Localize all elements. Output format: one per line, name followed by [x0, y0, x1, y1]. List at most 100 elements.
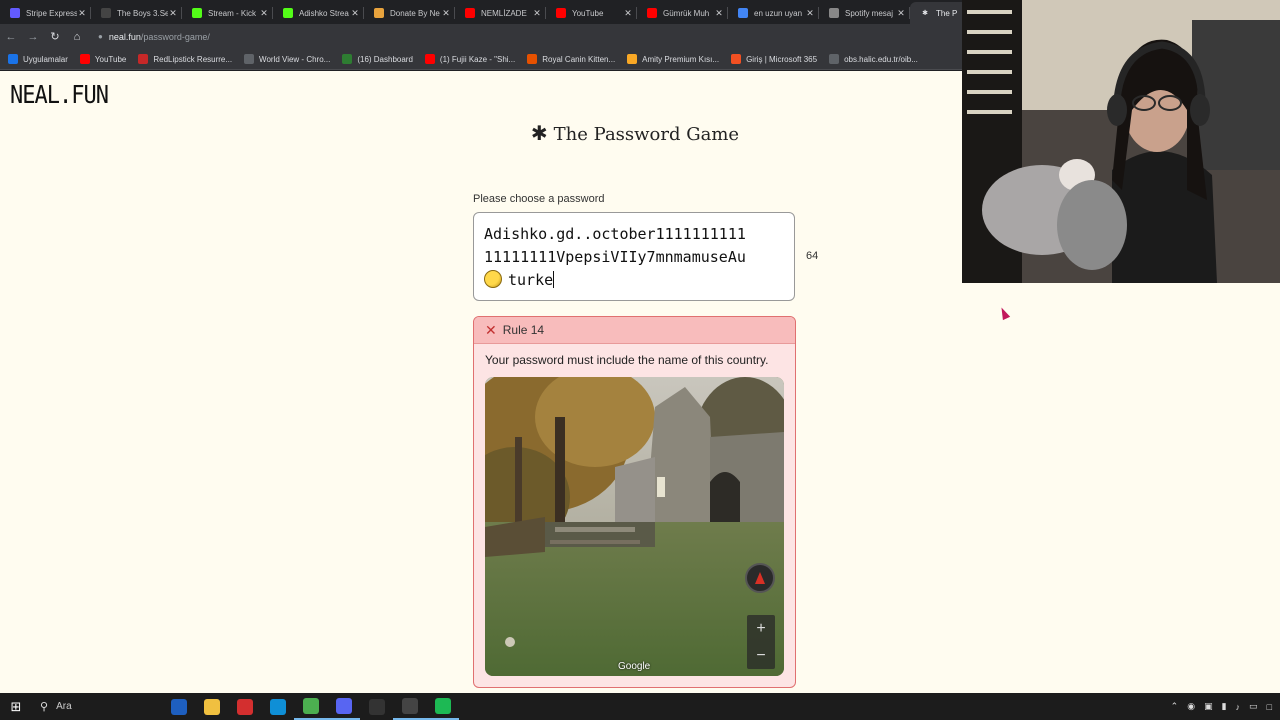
close-tab-icon[interactable]: ✕ [623, 8, 633, 19]
search-icon: ⚲ [40, 701, 49, 713]
close-tab-icon[interactable]: ✕ [714, 8, 724, 19]
browser-tab-label: Spotify mesaj [845, 8, 894, 18]
bookmark-item[interactable]: (16) Dashboard [342, 54, 413, 64]
mouse-cursor-icon [997, 305, 1011, 321]
file-explorer-icon-glyph [203, 698, 220, 715]
openai-icon [829, 8, 839, 18]
back-arrow-icon[interactable]: ← [0, 26, 22, 48]
street-view-scene [485, 377, 784, 676]
browser-tab[interactable]: The Boys 3.Se ✕ [91, 2, 182, 24]
browser-tab-label: Donate By Ne [390, 8, 440, 18]
close-tab-icon[interactable]: ✕ [350, 8, 360, 19]
bookmark-label: Uygulamalar [23, 54, 68, 64]
close-tab-icon[interactable]: ✕ [896, 8, 906, 19]
password-input[interactable]: Adishko.gd..october1111111111 11111111Vp… [473, 212, 795, 301]
apps-grid-icon [8, 54, 18, 64]
rule-header: ✕ Rule 14 [474, 317, 795, 344]
error-x-icon: ✕ [485, 321, 497, 338]
spotify-icon[interactable] [426, 693, 459, 720]
youtube-icon [424, 54, 435, 64]
browser-tab[interactable]: Donate By Ne ✕ [364, 2, 455, 24]
close-tab-icon[interactable]: ✕ [805, 8, 815, 19]
bookmark-item[interactable]: obs.halic.edu.tr/oib... [829, 54, 918, 64]
bookmark-item[interactable]: Uygulamalar [8, 54, 68, 64]
zoom-out-button[interactable]: − [756, 647, 765, 665]
browser-tab-label: Adishko Strea [299, 8, 349, 18]
edge-icon-glyph [269, 698, 286, 715]
bookmark-label: obs.halic.edu.tr/oib... [844, 54, 918, 64]
opera-icon[interactable] [228, 693, 261, 720]
browser-tab[interactable]: Spotify mesaj ✕ [819, 2, 910, 24]
close-tab-icon[interactable]: ✕ [441, 8, 451, 19]
neal-fun-logo[interactable]: NEAL.FUN [10, 81, 109, 110]
tray-camera-icon[interactable]: ▣ [1204, 701, 1213, 712]
widgets-app-icon[interactable] [162, 693, 195, 720]
address-bar[interactable]: ● neal.fun /password-game/ [98, 27, 210, 47]
zoom-in-button[interactable]: + [756, 620, 765, 638]
browser-tab[interactable]: Stream - Kick ✕ [182, 2, 273, 24]
password-line-1: Adishko.gd..october1111111111 [484, 225, 746, 243]
webcam-overlay [962, 0, 1280, 283]
bookmark-item[interactable]: World View - Chro... [244, 54, 330, 64]
browser-tab-label: Gümrük Muh [663, 8, 710, 18]
asterisk-icon: ✱ [530, 121, 548, 145]
chrome-icon[interactable] [294, 693, 327, 720]
globe-icon [829, 54, 840, 64]
close-tab-icon[interactable]: ✕ [259, 8, 269, 19]
street-view-map[interactable]: + − Google [485, 377, 784, 676]
taskbar-search-label: Ara [56, 701, 72, 712]
taskbar-search[interactable]: ⚲ Ara [32, 693, 162, 720]
tray-chevron-icon[interactable]: ⌃ [1171, 701, 1179, 712]
bookmark-item[interactable]: Giriş | Microsoft 365 [731, 54, 817, 64]
youtube-icon [556, 8, 566, 18]
windows-start-icon[interactable]: ⊞ [0, 693, 32, 720]
url-host: neal.fun [108, 31, 141, 42]
steam-icon[interactable] [360, 693, 393, 720]
browser-tab[interactable]: YouTube ✕ [546, 2, 637, 24]
bookmark-item[interactable]: (1) Fujii Kaze - "Shi... [424, 54, 515, 64]
browser-tab-label: The Boys 3.Se [117, 8, 168, 18]
close-tab-icon[interactable]: ✕ [532, 8, 542, 19]
text-caret [553, 271, 555, 288]
browser-tab-label: The P [936, 8, 958, 18]
browser-tab[interactable]: ✱ The P [910, 2, 962, 24]
browser-tab[interactable]: Adishko Strea ✕ [273, 2, 364, 24]
tray-mic-icon[interactable]: ▮ [1222, 701, 1227, 712]
opera-icon-glyph [236, 698, 253, 715]
obs-icon[interactable] [393, 693, 426, 720]
character-count: 64 [806, 250, 819, 262]
tray-network-icon[interactable]: ▭ [1249, 701, 1258, 712]
bookmark-item[interactable]: Royal Canin Kitten... [527, 54, 615, 64]
close-tab-icon[interactable]: ✕ [168, 8, 178, 19]
lock-icon: ● [98, 32, 103, 41]
home-icon[interactable]: ⌂ [66, 26, 88, 48]
widgets-app-icon-glyph [170, 698, 187, 715]
password-label: Please choose a password [473, 193, 605, 205]
moon-emoji-icon [484, 270, 502, 288]
file-explorer-icon[interactable] [195, 693, 228, 720]
stripe-icon [10, 8, 20, 18]
browser-tab[interactable]: NEMLİZADE ✕ [455, 2, 546, 24]
tray-obs-icon[interactable]: ◉ [1187, 701, 1195, 712]
browser-tab[interactable]: Stripe Express ✕ [0, 2, 91, 24]
video-icon [101, 8, 111, 18]
edge-icon[interactable] [261, 693, 294, 720]
browser-tab[interactable]: en uzun uyan ✕ [728, 2, 819, 24]
compass-icon[interactable] [745, 563, 775, 593]
browser-tab[interactable]: Gümrük Muh ✕ [637, 2, 728, 24]
rule-card: ✕ Rule 14 Your password must include the… [473, 316, 796, 688]
bookmark-item[interactable]: Amity Premium Kısı... [627, 54, 719, 64]
reload-icon[interactable]: ↻ [44, 26, 66, 48]
discord-icon[interactable] [327, 693, 360, 720]
close-tab-icon[interactable]: ✕ [77, 8, 87, 19]
rule-title: Rule 14 [502, 323, 545, 337]
rule-description: Your password must include the name of t… [485, 353, 769, 367]
youtube-icon [79, 54, 90, 64]
password-tail: turke [508, 271, 554, 289]
forward-arrow-icon[interactable]: → [22, 26, 44, 48]
bookmark-item[interactable]: YouTube [79, 54, 126, 64]
google-icon [738, 8, 748, 18]
tray-notifications-icon[interactable]: □ [1267, 702, 1272, 712]
tray-speaker-icon[interactable]: ♪ [1236, 702, 1241, 712]
bookmark-item[interactable]: RedLipstick Resurre... [138, 54, 232, 64]
